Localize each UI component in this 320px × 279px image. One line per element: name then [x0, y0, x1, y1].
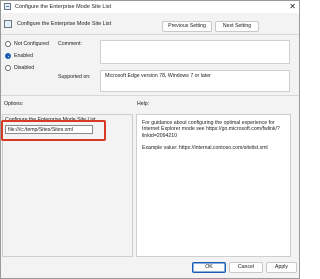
help-pane: For guidance about configuring the optim… — [136, 114, 291, 257]
radio-label: Not Configured — [14, 41, 49, 47]
radio-circle[interactable] — [5, 41, 11, 47]
options-heading: Options: — [4, 101, 24, 107]
supported-on-label: Supported on: — [58, 74, 91, 80]
policy-icon — [4, 3, 11, 10]
ok-button[interactable]: OK — [192, 262, 226, 273]
next-setting-button[interactable]: Next Setting — [215, 21, 259, 32]
divider — [1, 95, 299, 96]
help-text: For guidance about configuring the optim… — [142, 120, 280, 139]
close-icon[interactable]: ✕ — [289, 2, 296, 11]
comment-field[interactable] — [100, 40, 290, 64]
window-title: Configure the Enterprise Mode Site List — [15, 4, 111, 10]
policy-title: Configure the Enterprise Mode Site List — [17, 21, 112, 27]
cancel-button[interactable]: Cancel — [229, 262, 263, 273]
radio-label: Disabled — [14, 65, 35, 71]
highlight-annotation — [1, 120, 106, 141]
comment-label: Comment: — [58, 41, 82, 47]
setting-icon — [4, 20, 12, 28]
previous-setting-button[interactable]: Previous Setting — [162, 21, 212, 32]
apply-button[interactable]: Apply — [266, 262, 297, 273]
help-example: Example value: https://internal.contoso.… — [142, 145, 268, 152]
help-heading: Help: — [137, 101, 150, 107]
radio-circle-checked[interactable] — [5, 53, 11, 59]
radio-circle[interactable] — [5, 65, 11, 71]
policy-editor-window: Configure the Enterprise Mode Site List … — [0, 0, 300, 279]
supported-on-value: Microsoft Edge version 78, Windows 7 or … — [100, 70, 290, 92]
title-bar: Configure the Enterprise Mode Site List … — [1, 1, 299, 13]
radio-label: Enabled — [14, 53, 34, 59]
